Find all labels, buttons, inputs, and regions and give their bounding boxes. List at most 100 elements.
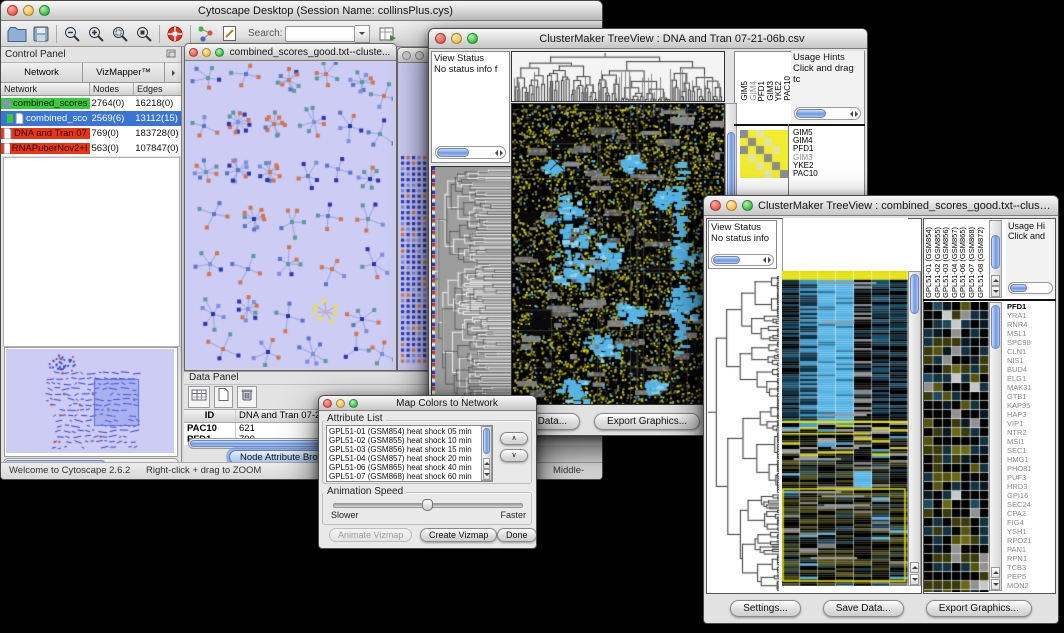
treeview2-button[interactable]: Export Graphics... <box>926 600 1032 617</box>
gene-label[interactable]: MAK31 <box>1007 383 1055 392</box>
gene-label[interactable]: HRD3 <box>1007 482 1055 491</box>
move-up-button[interactable]: ∧ <box>500 432 528 445</box>
minimize-button[interactable] <box>415 51 424 60</box>
minimize-button[interactable] <box>336 399 345 408</box>
attribute-list-item[interactable]: GPL51-02 (GSM855) heat shock 10 min <box>329 436 490 445</box>
vizmapper-icon[interactable] <box>194 23 218 45</box>
zoom-button[interactable] <box>349 399 358 408</box>
attribute-list[interactable]: GPL51-01 (GSM854) heat shock 05 minGPL51… <box>326 425 493 482</box>
view-status-hscrollbar[interactable] <box>435 146 506 159</box>
new-attribute-icon[interactable] <box>214 386 233 408</box>
animation-speed-slider[interactable] <box>333 503 523 508</box>
trash-icon[interactable] <box>237 386 257 408</box>
minimize-button[interactable] <box>23 5 34 16</box>
minimize-button[interactable] <box>451 33 462 44</box>
gene-label[interactable]: VIP1 <box>1007 419 1055 428</box>
gene-label[interactable]: MSL1 <box>1007 329 1055 338</box>
zoom-button[interactable] <box>742 200 753 211</box>
tv2-heatmap-vscrollbar[interactable] <box>908 271 921 586</box>
treeview1-button[interactable]: Export Graphics... <box>594 413 700 430</box>
close-button[interactable] <box>323 399 332 408</box>
attribute-list-item[interactable]: GPL51-06 (GSM865) heat shock 40 min <box>329 463 490 472</box>
gene-label[interactable]: KAP95 <box>1007 401 1055 410</box>
network-row[interactable]: combined_scores 2764(0) 16218(0) <box>1 96 181 111</box>
zoom-button[interactable] <box>39 5 50 16</box>
zoom-button[interactable] <box>467 33 478 44</box>
attribute-list-item[interactable]: GPL51-03 (GSM856) heat shock 15 min <box>329 445 490 454</box>
import-table-icon[interactable] <box>376 23 400 45</box>
tv2-heatmap-canvas[interactable] <box>782 271 908 586</box>
open-folder-icon[interactable] <box>5 23 29 45</box>
gene-label[interactable]: MSI1 <box>1007 437 1055 446</box>
create-vizmap-button[interactable]: Create Vizmap <box>420 528 497 542</box>
tv2-zoom-canvas[interactable] <box>924 302 989 592</box>
usage-hints-hscrollbar[interactable] <box>1008 282 1053 294</box>
gene-label[interactable]: HAP3 <box>1007 410 1055 419</box>
close-button[interactable] <box>189 48 198 57</box>
close-button[interactable] <box>435 33 446 44</box>
attribute-list-item[interactable]: GPL51-01 (GSM854) heat shock 05 min <box>329 427 490 436</box>
treeview2-button[interactable]: Save Data... <box>823 600 904 617</box>
annotation-icon[interactable] <box>218 23 242 45</box>
search-input[interactable] <box>285 26 355 42</box>
gene-label[interactable]: MON2 <box>1007 581 1055 590</box>
gene-label[interactable]: YRA1 <box>1007 311 1055 320</box>
zoom-out-icon[interactable] <box>60 23 84 45</box>
gene-label[interactable]: YSH1 <box>1007 527 1055 536</box>
network-canvas[interactable] <box>186 62 393 367</box>
network-row[interactable]: DNA and Tran 07 769(0) 183728(0) <box>1 126 181 141</box>
tv2-rowtree-canvas[interactable] <box>707 273 779 593</box>
tv1-coltree-canvas[interactable] <box>511 51 725 102</box>
attribute-list-item[interactable]: GPL51-04 (GSM857) heat shock 20 min <box>329 454 490 463</box>
gene-label[interactable]: NIS1 <box>1007 356 1055 365</box>
main-titlebar[interactable]: Cytoscape Desktop (Session Name: collins… <box>1 1 602 21</box>
treeview1-titlebar[interactable]: ClusterMaker TreeView : DNA and Tran 07-… <box>429 29 867 49</box>
close-button[interactable] <box>710 200 721 211</box>
gene-label[interactable]: CLN1 <box>1007 347 1055 356</box>
help-lifering-icon[interactable] <box>163 23 187 45</box>
treeview2-titlebar[interactable]: ClusterMaker TreeView : combined_scores_… <box>704 196 1058 216</box>
tv2-zoom-vscrollbar[interactable] <box>989 302 1002 591</box>
control-panel-tab[interactable]: VizMapper™ <box>83 63 165 82</box>
gene-label[interactable]: PAN1 <box>1007 545 1055 554</box>
gene-label[interactable]: SEC1 <box>1007 446 1055 455</box>
gene-label[interactable]: GTB1 <box>1007 392 1055 401</box>
view-status-hscrollbar[interactable] <box>711 254 774 266</box>
control-panel-tab[interactable]: Network <box>1 63 83 82</box>
tv2-labels-vscrollbar[interactable] <box>989 220 1002 298</box>
attribute-list-vscrollbar[interactable] <box>481 426 492 481</box>
table-grid-icon[interactable] <box>188 386 210 408</box>
gene-label[interactable]: SEC24 <box>1007 500 1055 509</box>
gene-label[interactable]: SPC98 <box>1007 338 1055 347</box>
tv1-matrix-canvas[interactable] <box>740 130 788 178</box>
network-row-selected[interactable]: combined_sco 2569(6) 13112(15) <box>1 111 181 126</box>
done-button[interactable]: Done <box>497 528 537 542</box>
minimize-button[interactable] <box>202 48 211 57</box>
dialog-titlebar[interactable]: Map Colors to Network <box>319 396 536 411</box>
search-dropdown-button[interactable] <box>355 25 370 43</box>
zoom-in-icon[interactable] <box>84 23 108 45</box>
gene-label[interactable]: PEP5 <box>1007 572 1055 581</box>
float-panel-icon[interactable] <box>166 46 177 64</box>
gene-label[interactable]: GPI16 <box>1007 491 1055 500</box>
gene-label[interactable]: NTR2 <box>1007 428 1055 437</box>
zoom-fit-icon[interactable] <box>132 23 156 45</box>
row-label[interactable]: PAC10 <box>793 170 818 178</box>
gene-label[interactable]: ELG1 <box>1007 374 1055 383</box>
gene-label[interactable]: CPA2 <box>1007 509 1055 518</box>
slider-thumb[interactable] <box>422 499 433 511</box>
treeview2-button[interactable]: Settings... <box>730 600 800 617</box>
column-label[interactable]: GPL51-08 (GSM872) <box>977 227 986 298</box>
gene-label[interactable]: PHO81 <box>1007 464 1055 473</box>
usage-hints-hscrollbar[interactable] <box>794 107 861 120</box>
minimize-button[interactable] <box>726 200 737 211</box>
attribute-list-item[interactable]: GPL51-07 (GSM868) heat shock 60 min <box>329 472 490 481</box>
gene-label[interactable]: HMG1 <box>1007 455 1055 464</box>
gene-label[interactable]: RNR4 <box>1007 320 1055 329</box>
navigator-canvas[interactable] <box>6 349 174 453</box>
network-view-titlebar[interactable]: combined_scores_good.txt--cluste... <box>185 44 396 61</box>
gene-label[interactable]: BUD4 <box>1007 365 1055 374</box>
save-icon[interactable] <box>29 23 53 45</box>
gene-label[interactable]: RPN1 <box>1007 554 1055 563</box>
gene-label[interactable]: RPO21 <box>1007 536 1055 545</box>
